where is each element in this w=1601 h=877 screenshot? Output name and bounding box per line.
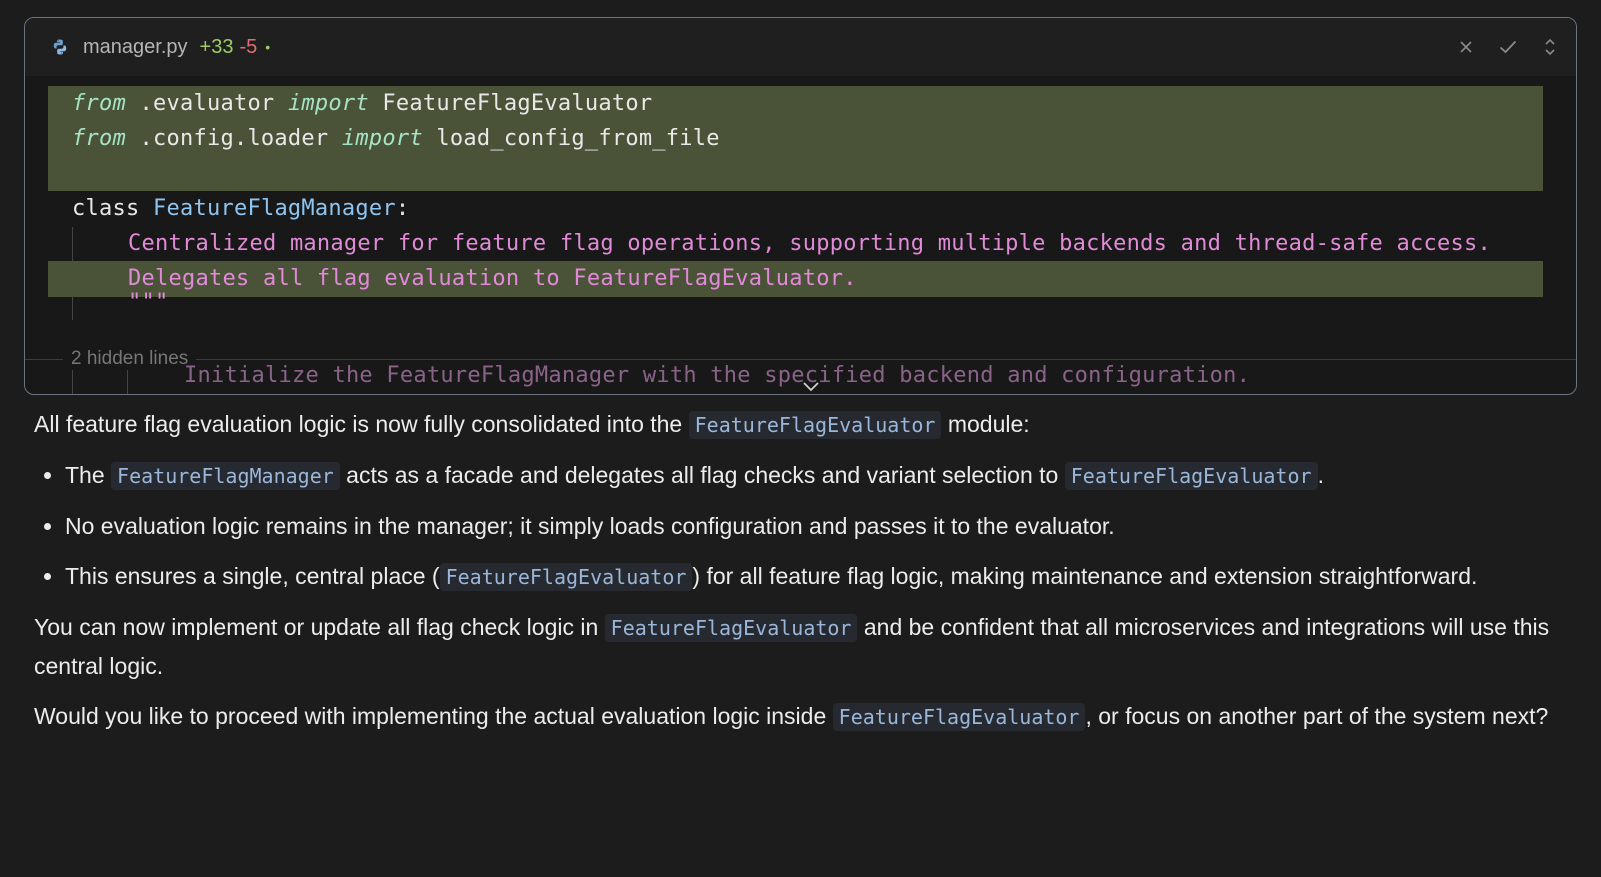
keyword-class: class [72, 196, 140, 221]
reject-button[interactable] [1456, 37, 1476, 57]
code-line-faded: Initialize the FeatureFlagManager with t… [48, 358, 1250, 394]
message-paragraph-2: You can now implement or update all flag… [34, 608, 1564, 685]
diff-file-name[interactable]: manager.py [83, 36, 188, 59]
text: The [65, 462, 112, 488]
message-bullets: The FeatureFlagManager acts as a facade … [34, 456, 1564, 596]
code-line-1: from .evaluator import FeatureFlagEvalua… [48, 86, 652, 122]
text: Would you like to proceed with implement… [34, 703, 833, 729]
expand-collapse-button[interactable] [1540, 37, 1560, 57]
text: All feature flag evaluation logic is now… [34, 411, 689, 437]
inline-code: FeatureFlagEvaluator [604, 614, 858, 642]
inline-code: FeatureFlagEvaluator [439, 563, 693, 591]
code-line-2: from .config.loader import load_config_f… [48, 121, 720, 157]
docstring-quotes: """ [128, 290, 169, 315]
module-path: .config.loader [125, 126, 342, 151]
lines-added-count: +33 [199, 35, 234, 58]
class-name: FeatureFlagManager [152, 196, 396, 221]
diff-header: manager.py +33 -5 • [25, 18, 1576, 76]
keyword-from: from [72, 91, 126, 116]
import-name: load_config_from_file [422, 126, 720, 151]
inline-code: FeatureFlagEvaluator [688, 411, 942, 439]
chat-page: manager.py +33 -5 • from .evaluator impo… [0, 0, 1601, 877]
assistant-message: All feature flag evaluation logic is now… [34, 405, 1564, 748]
text: , or focus on another part of the system… [1085, 703, 1549, 729]
chevron-down-icon [803, 382, 819, 392]
code-line-class: class FeatureFlagManager: [48, 191, 409, 227]
text: acts as a facade and delegates all flag … [339, 462, 1065, 488]
close-icon [1460, 41, 1472, 53]
expand-icon [1545, 38, 1555, 56]
import-name: FeatureFlagEvaluator [368, 91, 653, 116]
message-intro: All feature flag evaluation logic is now… [34, 405, 1564, 444]
lines-removed-count: -5 [239, 35, 258, 58]
inline-code: FeatureFlagEvaluator [1064, 462, 1318, 490]
text: . [1317, 462, 1324, 488]
accept-button[interactable] [1498, 37, 1518, 57]
message-paragraph-3: Would you like to proceed with implement… [34, 697, 1564, 736]
text: No evaluation logic remains in the manag… [65, 513, 1115, 539]
diff-card: manager.py +33 -5 • from .evaluator impo… [24, 17, 1577, 395]
text: This ensures a single, central place ( [65, 563, 440, 589]
inline-code: FeatureFlagEvaluator [832, 703, 1086, 731]
keyword-import: import [341, 126, 423, 151]
diff-actions [1456, 37, 1560, 57]
module-path: .evaluator [125, 91, 288, 116]
python-file-icon [51, 38, 69, 56]
list-item: This ensures a single, central place (Fe… [65, 557, 1564, 596]
list-item: No evaluation logic remains in the manag… [65, 507, 1564, 545]
code-line-docstring-1: Centralized manager for feature flag ope… [48, 226, 1491, 262]
list-item: The FeatureFlagManager acts as a facade … [65, 456, 1564, 495]
text: module: [941, 411, 1030, 437]
docstring-text: Centralized manager for feature flag ope… [128, 231, 1492, 256]
inline-code: FeatureFlagManager [111, 462, 340, 490]
keyword-import: import [287, 91, 369, 116]
text: ) for all feature flag logic, making mai… [692, 563, 1478, 589]
expand-hidden-lines-button[interactable] [801, 380, 821, 394]
keyword-from: from [72, 126, 126, 151]
docstring-text: Delegates all flag evaluation to Feature… [128, 266, 857, 291]
docstring-text: Initialize the FeatureFlagManager with t… [184, 363, 1251, 388]
unsaved-status-dot: • [265, 39, 271, 55]
text: You can now implement or update all flag… [34, 614, 605, 640]
colon: : [395, 196, 410, 221]
check-icon [1499, 40, 1517, 54]
code-line-docstring-2: Delegates all flag evaluation to Feature… [48, 261, 1543, 297]
code-line-docstring-end: """ [48, 290, 169, 316]
